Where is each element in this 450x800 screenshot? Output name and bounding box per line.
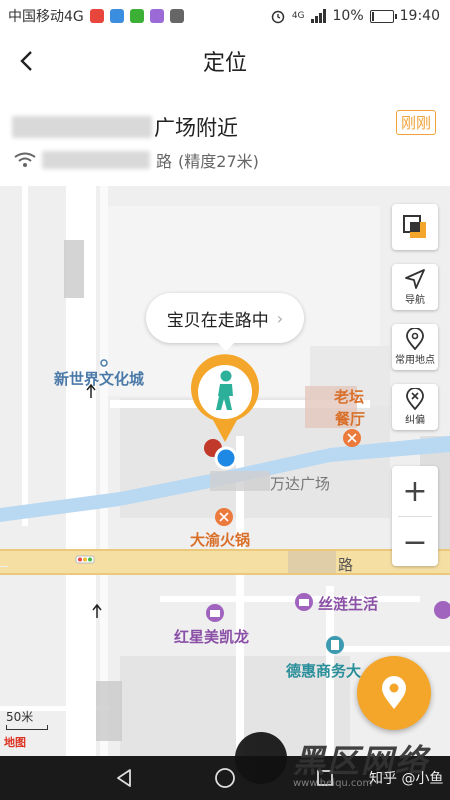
network-type: 4G [291, 10, 305, 21]
poi-dayu[interactable]: 大渝火锅 [190, 529, 250, 550]
map-provider-logo: 地图 [4, 736, 26, 749]
gallery-notification-icon [149, 9, 164, 23]
poi-dehui[interactable]: 德惠商务大 [286, 660, 361, 681]
status-bubble-text: 宝贝在走路中 [166, 310, 269, 331]
page-title: 定位 [202, 51, 247, 76]
poi-hongxing[interactable]: 红星美凯龙 [174, 626, 249, 647]
signal-icon [310, 9, 326, 23]
address-text: 广场附近 [154, 116, 238, 140]
battery-percent: 10% [332, 8, 364, 24]
location-pin-icon [382, 676, 406, 709]
carrier-label: 中国移动4G [8, 9, 84, 25]
child-location-pin[interactable] [187, 354, 263, 446]
watermark: 黑区网络 www.heiqu.com 知乎 @小鱼 [235, 726, 450, 800]
zoom-in-button[interactable]: + [392, 466, 438, 516]
navigation-label: 导航 [405, 295, 425, 306]
layer-switch-button[interactable] [392, 204, 438, 250]
back-nav-button[interactable] [110, 764, 140, 792]
triangle-back-icon [117, 769, 131, 787]
poi-laotan-2[interactable]: 餐厅 [335, 408, 365, 429]
navigation-button[interactable]: 导航 [392, 264, 438, 310]
accuracy-row: 路 (精度27米) [14, 148, 259, 172]
map-view[interactable]: 宝贝在走路中 › 新世界文化城 老坛 餐厅 万达广场 大渝火锅 路 丝涟生活 红… [0, 186, 450, 756]
pin-correction-icon [406, 388, 424, 410]
zoom-control: + − [392, 466, 438, 566]
scale-label: 50米 [6, 710, 34, 724]
scale-bar [6, 725, 48, 730]
locate-button[interactable] [357, 656, 431, 730]
message-notification-icon [109, 9, 124, 23]
app-notification-icon [89, 9, 104, 23]
chevron-right-icon: › [276, 308, 284, 328]
address: 广场附近 [12, 112, 238, 142]
chevron-left-icon [20, 51, 32, 71]
correction-label: 纠偏 [405, 415, 425, 426]
clock: 19:40 [399, 8, 440, 24]
road-label: 路 [338, 556, 354, 574]
battery-icon [369, 9, 397, 23]
navigation-arrow-icon [405, 269, 425, 289]
poi-wanda[interactable]: 万达广场 [270, 473, 330, 494]
alarm-icon [271, 10, 285, 24]
poi-laotan[interactable]: 老坛 [334, 386, 364, 407]
qr-notification-icon [169, 9, 184, 23]
common-places-label: 常用地点 [395, 355, 435, 366]
street-text: 路 [156, 152, 173, 171]
zoom-out-button[interactable]: − [392, 517, 438, 567]
location-info-card: 广场附近 刚刚 路 (精度27米) [0, 90, 450, 186]
street-redacted [42, 151, 150, 169]
common-places-button[interactable]: 常用地点 [392, 324, 438, 370]
watermark-logo [235, 732, 287, 784]
time-badge: 刚刚 [395, 110, 436, 135]
accuracy-text: (精度27米) [178, 152, 259, 171]
address-redacted [12, 116, 152, 138]
status-bar: 中国移动4G 4G 10% 19:40 [0, 0, 450, 32]
title-bar: 定位 [0, 32, 450, 91]
back-button[interactable] [12, 46, 42, 76]
wechat-notification-icon [129, 9, 144, 23]
status-bubble[interactable]: 宝贝在走路中 › [146, 293, 304, 351]
poi-silian[interactable]: 丝涟生活 [318, 593, 378, 614]
watermark-credit: 知乎 @小鱼 [369, 771, 444, 787]
map-pin-icon [406, 328, 424, 350]
layers-icon [403, 215, 426, 238]
watermark-url: www.heiqu.com [293, 778, 373, 789]
poi-new-world[interactable]: 新世界文化城 [54, 368, 144, 389]
correction-button[interactable]: 纠偏 [392, 384, 438, 430]
wifi-icon [14, 152, 36, 167]
circle-home-icon [215, 768, 235, 788]
